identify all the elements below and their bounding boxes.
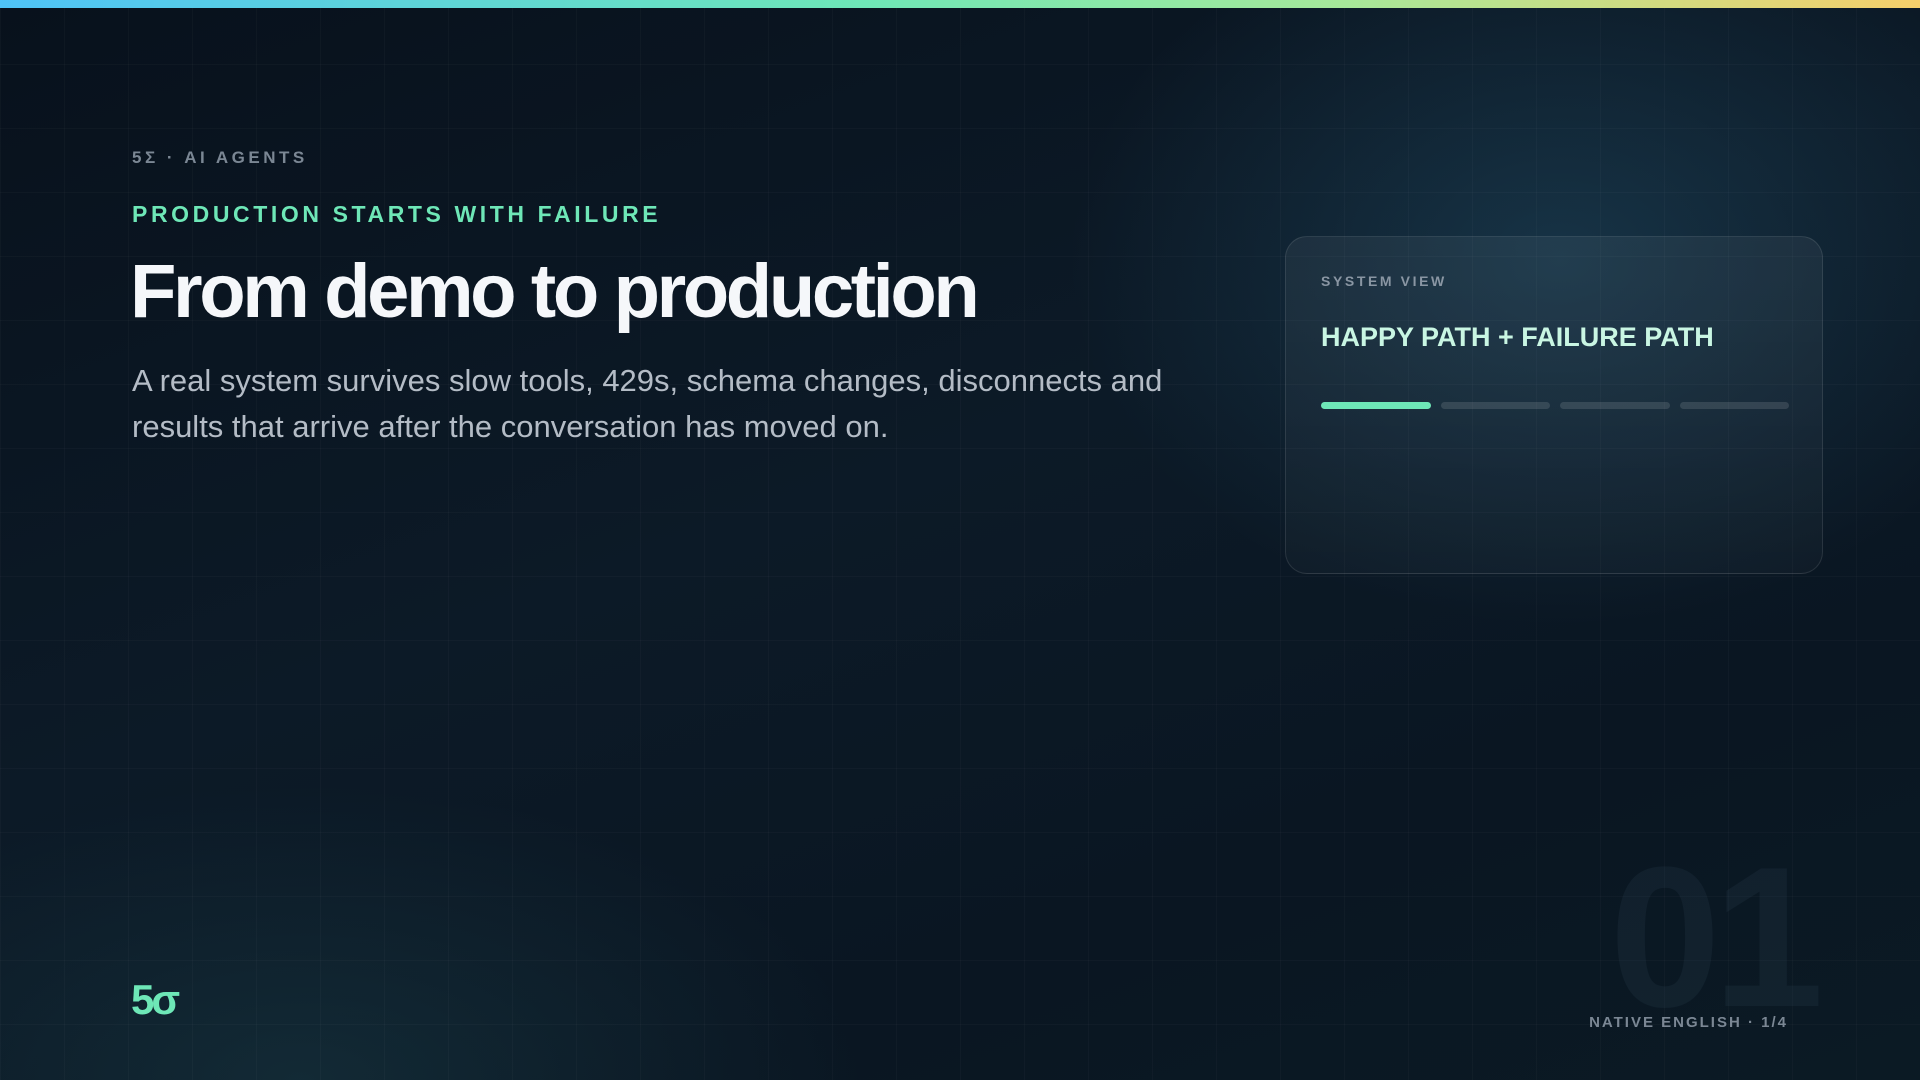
- page-number-watermark: 01: [1609, 826, 1824, 1049]
- card-title: HAPPY PATH + FAILURE PATH: [1321, 322, 1714, 352]
- card-label: SYSTEM VIEW: [1321, 273, 1447, 289]
- slide-kicker: 5Σ · AI AGENTS: [132, 148, 308, 167]
- slide-body: A real system survives slow tools, 429s,…: [132, 363, 1163, 444]
- step-progress: [1321, 402, 1789, 410]
- progress-segment-1: [1321, 402, 1431, 409]
- slide: 5Σ · AI AGENTS PRODUCTION STARTS WITH FA…: [0, 0, 1920, 1080]
- slide-title: From demo to production: [130, 249, 980, 334]
- slide-eyebrow: PRODUCTION STARTS WITH FAILURE: [132, 201, 662, 227]
- top-gradient-bar: [0, 0, 1920, 8]
- progress-segment-4: [1679, 402, 1789, 409]
- progress-segment-2: [1440, 402, 1550, 409]
- footer-meta: NATIVE ENGLISH · 1/4: [1589, 1014, 1788, 1031]
- brand-logo: 5σ: [131, 976, 180, 1023]
- progress-segment-3: [1560, 402, 1670, 409]
- system-view-card: SYSTEM VIEW HAPPY PATH + FAILURE PATH: [1285, 236, 1823, 574]
